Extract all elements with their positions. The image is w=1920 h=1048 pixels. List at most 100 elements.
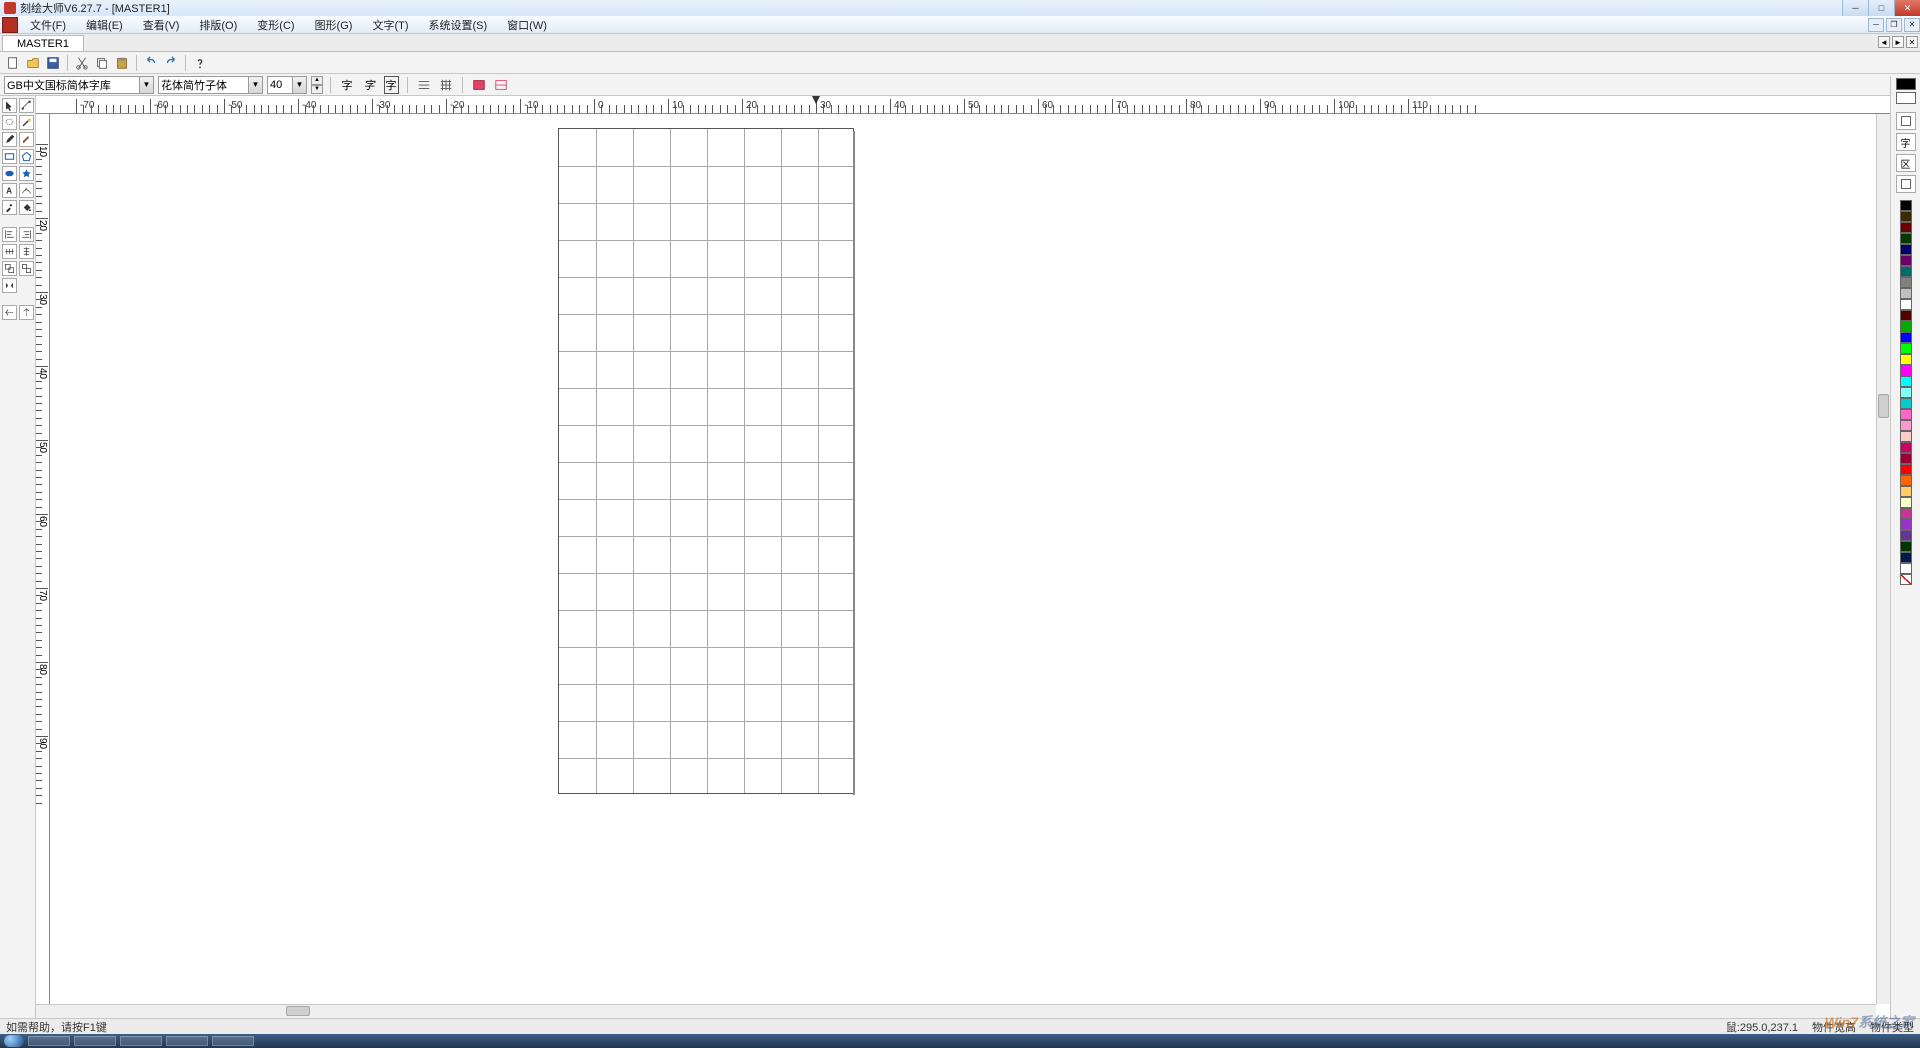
tool-dist-v[interactable] bbox=[19, 244, 34, 259]
scrollbar-thumb[interactable] bbox=[286, 1006, 310, 1016]
color-swatch[interactable] bbox=[1900, 541, 1912, 552]
tab-prev[interactable]: ◄ bbox=[1878, 36, 1890, 48]
mdi-restore[interactable]: ❐ bbox=[1886, 18, 1902, 32]
vertical-ruler[interactable]: 102030405060708090 bbox=[36, 114, 50, 1004]
horizontal-ruler[interactable]: -70-60-50-40-30-20-100102030405060708090… bbox=[36, 96, 1890, 114]
color-swatch[interactable] bbox=[1900, 475, 1912, 486]
color-swatch[interactable] bbox=[1900, 233, 1912, 244]
open-button[interactable] bbox=[24, 54, 42, 72]
grid-style-2[interactable] bbox=[437, 76, 455, 94]
tool-magic-wand[interactable] bbox=[19, 115, 34, 130]
color-swatch[interactable] bbox=[1900, 200, 1912, 211]
stroke-indicator[interactable] bbox=[1896, 78, 1916, 90]
color-swatch[interactable] bbox=[1900, 453, 1912, 464]
tab-next[interactable]: ► bbox=[1892, 36, 1904, 48]
color-swatch[interactable] bbox=[1900, 365, 1912, 376]
color-swatch[interactable] bbox=[1900, 552, 1912, 563]
tool-brush[interactable] bbox=[19, 132, 34, 147]
tool-align-r[interactable] bbox=[19, 227, 34, 242]
color-swatch[interactable] bbox=[1900, 332, 1912, 343]
tool-ungroup[interactable] bbox=[19, 261, 34, 276]
menu-transform[interactable]: 变形(C) bbox=[247, 17, 304, 33]
color-swatch[interactable] bbox=[1900, 376, 1912, 387]
mdi-system-icon[interactable] bbox=[2, 17, 18, 33]
menu-text[interactable]: 文字(T) bbox=[362, 17, 418, 33]
tool-star[interactable] bbox=[19, 166, 34, 181]
right-tool-0[interactable] bbox=[1896, 112, 1916, 130]
color-swatch[interactable] bbox=[1900, 398, 1912, 409]
menu-file[interactable]: 文件(F) bbox=[20, 17, 76, 33]
help-button[interactable] bbox=[191, 54, 209, 72]
mdi-minimize[interactable]: ─ bbox=[1868, 18, 1884, 32]
menu-edit[interactable]: 编辑(E) bbox=[76, 17, 133, 33]
menu-shape[interactable]: 图形(G) bbox=[305, 17, 363, 33]
font-face-combo[interactable]: 花体简竹子体 ▼ bbox=[158, 76, 263, 94]
color-swatch[interactable] bbox=[1900, 508, 1912, 519]
minimize-button[interactable]: ─ bbox=[1842, 0, 1868, 16]
tab-close[interactable]: ✕ bbox=[1906, 36, 1918, 48]
color-swatch[interactable] bbox=[1900, 563, 1912, 574]
taskbar-item[interactable] bbox=[74, 1036, 116, 1046]
text-style-3[interactable]: 字 bbox=[382, 76, 400, 94]
ruler-marker-icon[interactable] bbox=[812, 96, 820, 104]
maximize-button[interactable]: □ bbox=[1868, 0, 1894, 16]
tool-flip[interactable] bbox=[2, 278, 17, 293]
redo-button[interactable] bbox=[162, 54, 180, 72]
color-swatch[interactable] bbox=[1900, 244, 1912, 255]
menu-layout[interactable]: 排版(O) bbox=[189, 17, 247, 33]
start-button[interactable] bbox=[4, 1035, 24, 1047]
color-swatch[interactable] bbox=[1900, 486, 1912, 497]
page-grid-object[interactable] bbox=[558, 128, 854, 794]
save-button[interactable] bbox=[44, 54, 62, 72]
no-fill-swatch[interactable] bbox=[1900, 574, 1912, 585]
tool-rect[interactable] bbox=[2, 149, 17, 164]
canvas[interactable] bbox=[50, 114, 1876, 1004]
menu-settings[interactable]: 系统设置(S) bbox=[419, 17, 498, 33]
color-swatch[interactable] bbox=[1900, 288, 1912, 299]
color-swatch[interactable] bbox=[1900, 310, 1912, 321]
menu-window[interactable]: 窗口(W) bbox=[497, 17, 557, 33]
copy-button[interactable] bbox=[93, 54, 111, 72]
font-library-combo[interactable]: GB中文国标简体字库 ▼ bbox=[4, 76, 154, 94]
tool-cut-h[interactable] bbox=[2, 305, 17, 320]
scrollbar-thumb[interactable] bbox=[1878, 394, 1889, 418]
tool-fill[interactable] bbox=[19, 200, 34, 215]
color-swatch[interactable] bbox=[1900, 409, 1912, 420]
color-swatch[interactable] bbox=[1900, 530, 1912, 541]
tool-align-l[interactable] bbox=[2, 227, 17, 242]
color-swatch[interactable] bbox=[1900, 211, 1912, 222]
color-swatch[interactable] bbox=[1900, 387, 1912, 398]
font-size-combo[interactable]: 40 ▼ bbox=[267, 76, 307, 94]
tool-ellipse[interactable] bbox=[2, 166, 17, 181]
text-style-1[interactable]: 字 bbox=[338, 76, 356, 94]
tool-node-edit[interactable] bbox=[19, 98, 34, 113]
color-swatch[interactable] bbox=[1900, 497, 1912, 508]
color-swatch[interactable] bbox=[1900, 222, 1912, 233]
color-swatch[interactable] bbox=[1900, 431, 1912, 442]
color-swatch[interactable] bbox=[1900, 321, 1912, 332]
vertical-scrollbar[interactable] bbox=[1876, 114, 1890, 1004]
color-swatch[interactable] bbox=[1900, 519, 1912, 530]
taskbar-item[interactable] bbox=[28, 1036, 70, 1046]
taskbar-item[interactable] bbox=[120, 1036, 162, 1046]
tool-dist-h[interactable] bbox=[2, 244, 17, 259]
color-swatch[interactable] bbox=[1900, 343, 1912, 354]
color-swatch[interactable] bbox=[1900, 464, 1912, 475]
close-button[interactable]: ✕ bbox=[1894, 0, 1920, 16]
tool-text[interactable]: A bbox=[2, 183, 17, 198]
tool-lasso[interactable] bbox=[2, 115, 17, 130]
font-size-spinner[interactable]: ▲▼ bbox=[311, 76, 323, 94]
color-swatch[interactable] bbox=[1900, 255, 1912, 266]
tool-pointer[interactable] bbox=[2, 98, 17, 113]
color-swatch[interactable] bbox=[1900, 420, 1912, 431]
new-button[interactable] bbox=[4, 54, 22, 72]
color-swatch[interactable] bbox=[1900, 354, 1912, 365]
color-swatch[interactable] bbox=[1900, 266, 1912, 277]
right-tool-1[interactable]: 字 bbox=[1896, 133, 1916, 151]
tool-cut-v[interactable] bbox=[19, 305, 34, 320]
color-swatch[interactable] bbox=[1900, 277, 1912, 288]
document-tab[interactable]: MASTER1 bbox=[2, 35, 84, 51]
paste-button[interactable] bbox=[113, 54, 131, 72]
tool-eyedrop[interactable] bbox=[2, 200, 17, 215]
cut-button[interactable] bbox=[73, 54, 91, 72]
